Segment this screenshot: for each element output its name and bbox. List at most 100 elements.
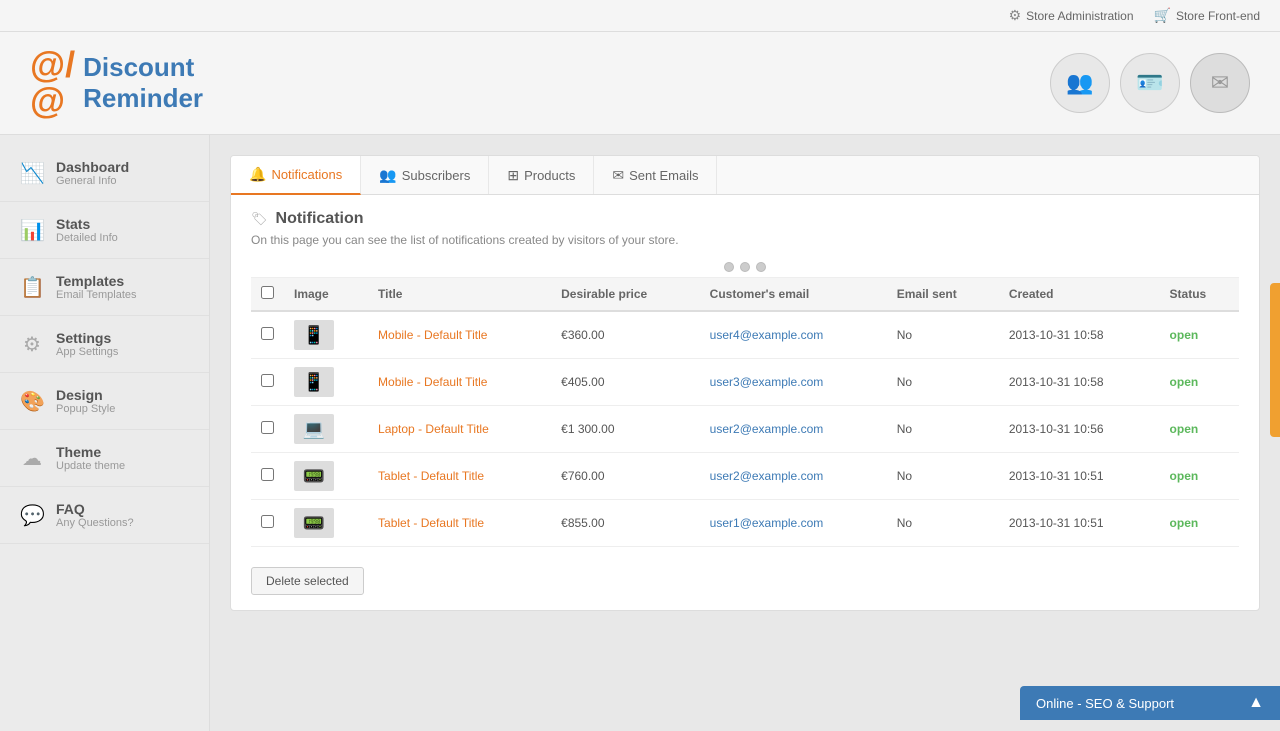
row-checkbox[interactable] — [261, 327, 274, 340]
templates-label: Templates — [56, 273, 137, 289]
row-checkbox[interactable] — [261, 515, 274, 528]
customer-email-link[interactable]: user4@example.com — [710, 328, 824, 342]
product-title-link[interactable]: Laptop - Default Title — [378, 422, 489, 436]
select-all-checkbox[interactable] — [261, 286, 274, 299]
row-status: open — [1160, 453, 1239, 500]
th-status: Status — [1160, 278, 1239, 312]
row-title: Laptop - Default Title — [368, 406, 551, 453]
row-checkbox[interactable] — [261, 374, 274, 387]
chart-icon: 📉 — [20, 161, 44, 186]
admin-icon: ⚙ — [1009, 7, 1022, 24]
dot-2[interactable] — [740, 262, 750, 272]
customer-email-link[interactable]: user1@example.com — [710, 516, 824, 530]
tab-notifications-label: Notifications — [271, 167, 342, 182]
row-checkbox[interactable] — [261, 468, 274, 481]
stats-sublabel: Detailed Info — [56, 232, 118, 244]
tab-products[interactable]: ⊞ Products — [489, 156, 594, 194]
admin-header-button[interactable]: 🪪 — [1120, 53, 1180, 113]
row-email: user1@example.com — [700, 500, 887, 547]
product-title-link[interactable]: Tablet - Default Title — [378, 516, 484, 530]
th-email-sent: Email sent — [887, 278, 999, 312]
templates-sublabel: Email Templates — [56, 289, 137, 301]
tab-subscribers[interactable]: 👥 Subscribers — [361, 156, 489, 194]
logo-symbol: @/@ — [30, 47, 75, 119]
theme-sublabel: Update theme — [56, 460, 125, 472]
dot-1[interactable] — [724, 262, 734, 272]
product-image-icon: 📱 — [294, 320, 334, 350]
products-tab-icon: ⊞ — [507, 167, 519, 184]
users-header-button[interactable]: 👥 — [1050, 53, 1110, 113]
sidebar-item-stats[interactable]: 📊 Stats Detailed Info — [0, 202, 209, 259]
th-image: Image — [284, 278, 368, 312]
notification-tag-icon: 🏷 — [251, 211, 268, 227]
row-title: Mobile - Default Title — [368, 311, 551, 359]
row-checkbox-cell — [251, 311, 284, 359]
tab-bar: 🔔 Notifications 👥 Subscribers ⊞ Products… — [231, 156, 1259, 195]
customer-email-link[interactable]: user3@example.com — [710, 375, 824, 389]
sidebar-item-dashboard[interactable]: 📉 Dashboard General Info — [0, 145, 209, 202]
row-price: €760.00 — [551, 453, 700, 500]
main-card: 🔔 Notifications 👥 Subscribers ⊞ Products… — [230, 155, 1260, 611]
row-title: Mobile - Default Title — [368, 359, 551, 406]
row-created: 2013-10-31 10:51 — [999, 453, 1160, 500]
stats-icon: 📊 — [20, 218, 44, 243]
tab-sent-emails[interactable]: ✉ Sent Emails — [594, 156, 717, 194]
dot-3[interactable] — [756, 262, 766, 272]
sidebar-item-settings[interactable]: ⚙ Settings App Settings — [0, 316, 209, 373]
status-badge[interactable]: open — [1170, 328, 1199, 342]
pagination-dots — [231, 257, 1259, 277]
row-checkbox-cell — [251, 406, 284, 453]
table-row: 📱 Mobile - Default Title €405.00 user3@e… — [251, 359, 1239, 406]
status-badge[interactable]: open — [1170, 516, 1199, 530]
customer-email-link[interactable]: user2@example.com — [710, 422, 824, 436]
support-bar[interactable]: Online - SEO & Support ▲ — [1020, 686, 1280, 720]
tab-products-label: Products — [524, 168, 575, 183]
settings-label: Settings — [56, 330, 118, 346]
faq-sublabel: Any Questions? — [56, 517, 134, 529]
sidebar: 📉 Dashboard General Info 📊 Stats Detaile… — [0, 135, 210, 731]
sidebar-item-templates[interactable]: 📋 Templates Email Templates — [0, 259, 209, 316]
store-admin-link[interactable]: ⚙ Store Administration — [1009, 7, 1134, 24]
store-admin-label: Store Administration — [1026, 9, 1133, 23]
row-price: €405.00 — [551, 359, 700, 406]
customer-email-link[interactable]: user2@example.com — [710, 469, 824, 483]
status-badge[interactable]: open — [1170, 469, 1199, 483]
product-title-link[interactable]: Tablet - Default Title — [378, 469, 484, 483]
notifications-table: Image Title Desirable price Customer's e… — [251, 277, 1239, 547]
table-row: 📟 Tablet - Default Title €760.00 user2@e… — [251, 453, 1239, 500]
logo: @/@ Discount Reminder — [30, 47, 203, 119]
mail-header-button[interactable]: ✉ — [1190, 53, 1250, 113]
row-email-sent: No — [887, 453, 999, 500]
notifications-table-wrapper: Image Title Desirable price Customer's e… — [231, 277, 1259, 562]
row-email: user4@example.com — [700, 311, 887, 359]
sidebar-item-design[interactable]: 🎨 Design Popup Style — [0, 373, 209, 430]
th-title: Title — [368, 278, 551, 312]
dashboard-label: Dashboard — [56, 159, 129, 175]
status-badge[interactable]: open — [1170, 375, 1199, 389]
header: @/@ Discount Reminder 👥 🪪 ✉ — [0, 32, 1280, 135]
store-frontend-link[interactable]: 🛒 Store Front-end — [1154, 7, 1260, 24]
templates-icon: 📋 — [20, 275, 44, 300]
product-title-link[interactable]: Mobile - Default Title — [378, 375, 487, 389]
content-area: 🔔 Notifications 👥 Subscribers ⊞ Products… — [210, 135, 1280, 731]
status-badge[interactable]: open — [1170, 422, 1199, 436]
th-checkbox — [251, 278, 284, 312]
subscribers-tab-icon: 👥 — [379, 167, 396, 184]
sidebar-item-faq[interactable]: 💬 FAQ Any Questions? — [0, 487, 209, 544]
product-title-link[interactable]: Mobile - Default Title — [378, 328, 487, 342]
suggest-new-feature-bar[interactable]: Suggest New Feature — [1270, 283, 1280, 437]
th-created: Created — [999, 278, 1160, 312]
notification-description: On this page you can see the list of not… — [231, 233, 1259, 257]
delete-selected-button[interactable]: Delete selected — [251, 567, 364, 595]
support-bar-label: Online - SEO & Support — [1036, 696, 1174, 711]
product-image-icon: 💻 — [294, 414, 334, 444]
row-status: open — [1160, 311, 1239, 359]
table-row: 📱 Mobile - Default Title €360.00 user4@e… — [251, 311, 1239, 359]
row-email: user3@example.com — [700, 359, 887, 406]
dashboard-sublabel: General Info — [56, 175, 129, 187]
sidebar-item-theme[interactable]: ☁ Theme Update theme — [0, 430, 209, 487]
tab-notifications[interactable]: 🔔 Notifications — [231, 156, 361, 195]
row-checkbox[interactable] — [261, 421, 274, 434]
top-bar: ⚙ Store Administration 🛒 Store Front-end — [0, 0, 1280, 32]
th-desirable-price: Desirable price — [551, 278, 700, 312]
